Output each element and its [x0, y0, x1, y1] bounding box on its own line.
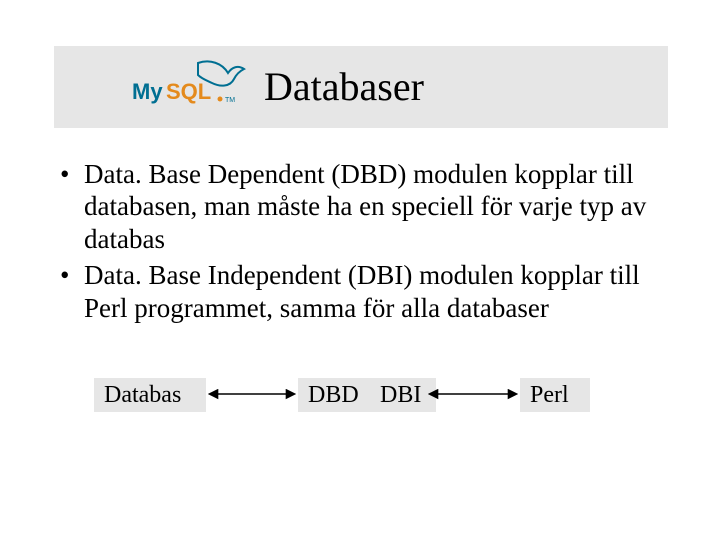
svg-text:SQL: SQL	[166, 79, 211, 104]
bullet-text: Data. Base Independent (DBI) modulen kop…	[84, 260, 640, 322]
slide: My SQL TM Databaser Data. Base Dependent…	[0, 0, 720, 540]
bullet-text: Data. Base Dependent (DBD) modulen koppl…	[84, 159, 646, 254]
slide-title: Databaser	[258, 65, 424, 109]
slide-body: Data. Base Dependent (DBD) modulen koppl…	[60, 158, 660, 328]
bullet-list: Data. Base Dependent (DBD) modulen koppl…	[60, 158, 660, 324]
svg-text:TM: TM	[225, 97, 235, 104]
architecture-diagram: Databas DBD DBI Perl	[94, 374, 634, 424]
mysql-logo-icon: My SQL TM	[128, 57, 248, 118]
bullet-item: Data. Base Independent (DBI) modulen kop…	[60, 259, 660, 324]
bullet-item: Data. Base Dependent (DBD) modulen koppl…	[60, 158, 660, 255]
svg-text:My: My	[132, 79, 163, 104]
diagram-arrows-icon	[94, 374, 634, 424]
title-bar: My SQL TM Databaser	[54, 46, 668, 128]
